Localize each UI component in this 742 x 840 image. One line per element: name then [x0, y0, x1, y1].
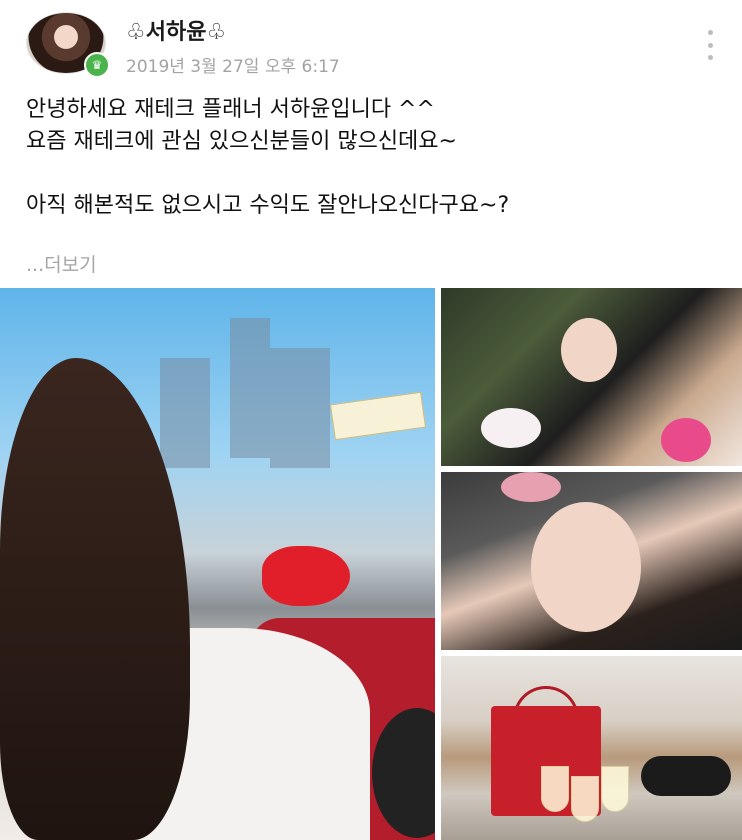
more-options-icon[interactable] — [700, 30, 720, 60]
building-shape — [230, 318, 270, 458]
photo-cafe[interactable] — [441, 288, 742, 466]
slippers-shape — [641, 756, 731, 796]
wine-glass — [571, 776, 599, 822]
crown-icon: ♛ — [84, 52, 110, 78]
post-line-blank — [26, 158, 716, 190]
see-more-link[interactable]: ...더보기 — [26, 250, 97, 277]
post-line: 요즘 재테크에 관심 있으신분들이 많으신데요~ — [26, 129, 457, 154]
post-line: 아직 해본적도 없으시고 수익도 잘안나오신다구요~? — [26, 193, 510, 218]
face-shape — [561, 318, 617, 382]
building-shape — [160, 358, 210, 468]
photo-grid — [0, 288, 742, 840]
post-body: 안녕하세요 재테크 플래너 서하윤입니다 ^^ 요즘 재테크에 관심 있으신분들… — [26, 94, 716, 222]
photo-main[interactable] — [0, 288, 435, 840]
side-mirror — [262, 546, 350, 606]
post-header: ♛ ♧서하윤♧ 2019년 3월 27일 오후 6:17 — [0, 0, 742, 92]
warning-sticker — [329, 391, 427, 441]
wine-glass — [541, 766, 569, 812]
wine-glass — [601, 766, 629, 812]
photo-selfie[interactable] — [441, 472, 742, 650]
author-name[interactable]: ♧서하윤♧ — [126, 14, 226, 46]
swan-shape — [481, 408, 541, 448]
post-line: 안녕하세요 재테크 플래너 서하윤입니다 ^^ — [26, 97, 435, 122]
photo-shopping[interactable] — [441, 656, 742, 840]
post-timestamp: 2019년 3월 27일 오후 6:17 — [126, 57, 340, 77]
flamingo-shape — [661, 418, 711, 462]
building-shape — [270, 348, 330, 468]
hair-roller-shape — [501, 472, 561, 502]
face-shape — [531, 502, 641, 632]
